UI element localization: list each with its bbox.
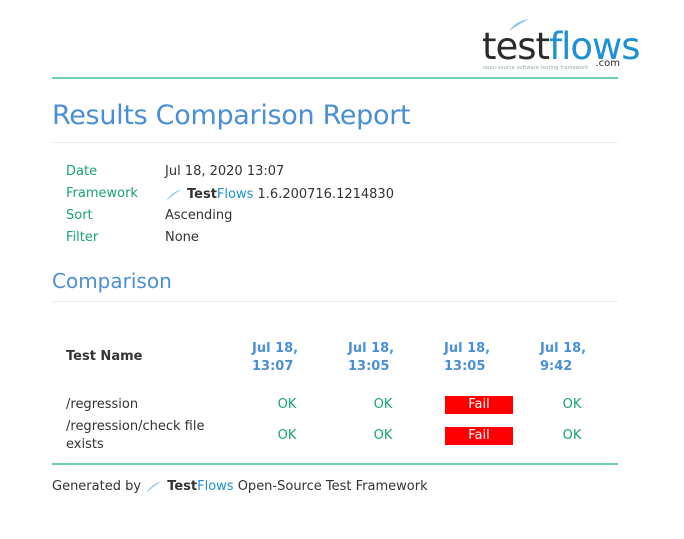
result-ok: OK	[562, 428, 582, 443]
column-header-date: Jul 18, 13:05	[444, 341, 491, 374]
feather-icon	[146, 480, 163, 493]
column-header-date: Jul 18, 9:42	[540, 341, 587, 374]
brand-test: Test	[167, 479, 198, 494]
title-divider	[52, 142, 618, 143]
result-fail: Fail	[445, 396, 513, 414]
brand-flows: Flows	[197, 479, 234, 494]
meta-key: Filter	[66, 230, 99, 245]
footer-prefix: Generated by	[52, 479, 142, 494]
bottom-divider	[52, 463, 618, 465]
brand-flows: Flows	[216, 186, 254, 202]
framework-version: 1.6.200716.1214830	[257, 186, 394, 202]
section-heading: Comparison	[52, 269, 172, 293]
page-title: Results Comparison Report	[52, 100, 411, 131]
column-header-date: Jul 18, 13:05	[348, 341, 395, 374]
column-header-date: Jul 18, 13:07	[252, 341, 299, 374]
footer: Generated by Test Flows Open-Source Test …	[52, 479, 428, 494]
meta-key: Date	[66, 164, 98, 179]
footer-suffix: Open-Source Test Framework	[237, 479, 428, 494]
test-name: /regression/check file exists	[66, 419, 205, 452]
brand-test: Test	[187, 186, 217, 202]
meta-value: Test Flows 1.6.200716.1214830	[165, 186, 394, 202]
test-name: /regression	[66, 397, 139, 412]
result-ok: OK	[562, 397, 582, 412]
result-fail: Fail	[445, 427, 513, 445]
top-divider	[52, 77, 618, 79]
meta-value: None	[165, 230, 199, 245]
meta-key: Sort	[66, 208, 93, 223]
meta-key: Framework	[66, 186, 138, 201]
result-ok: OK	[277, 397, 297, 412]
result-ok: OK	[373, 428, 393, 443]
logo-com: .com	[595, 58, 620, 69]
meta-value: Jul 18, 2020 13:07	[165, 164, 285, 179]
column-header-test-name: Test Name	[66, 349, 143, 364]
result-ok: OK	[373, 397, 393, 412]
testflows-logo: testflows .com open-source software test…	[482, 18, 641, 74]
logo-tagline: open-source software testing framework	[483, 65, 589, 71]
feather-icon	[166, 189, 182, 201]
section-divider	[52, 301, 618, 302]
result-ok: OK	[277, 428, 297, 443]
meta-value: Ascending	[165, 208, 233, 223]
